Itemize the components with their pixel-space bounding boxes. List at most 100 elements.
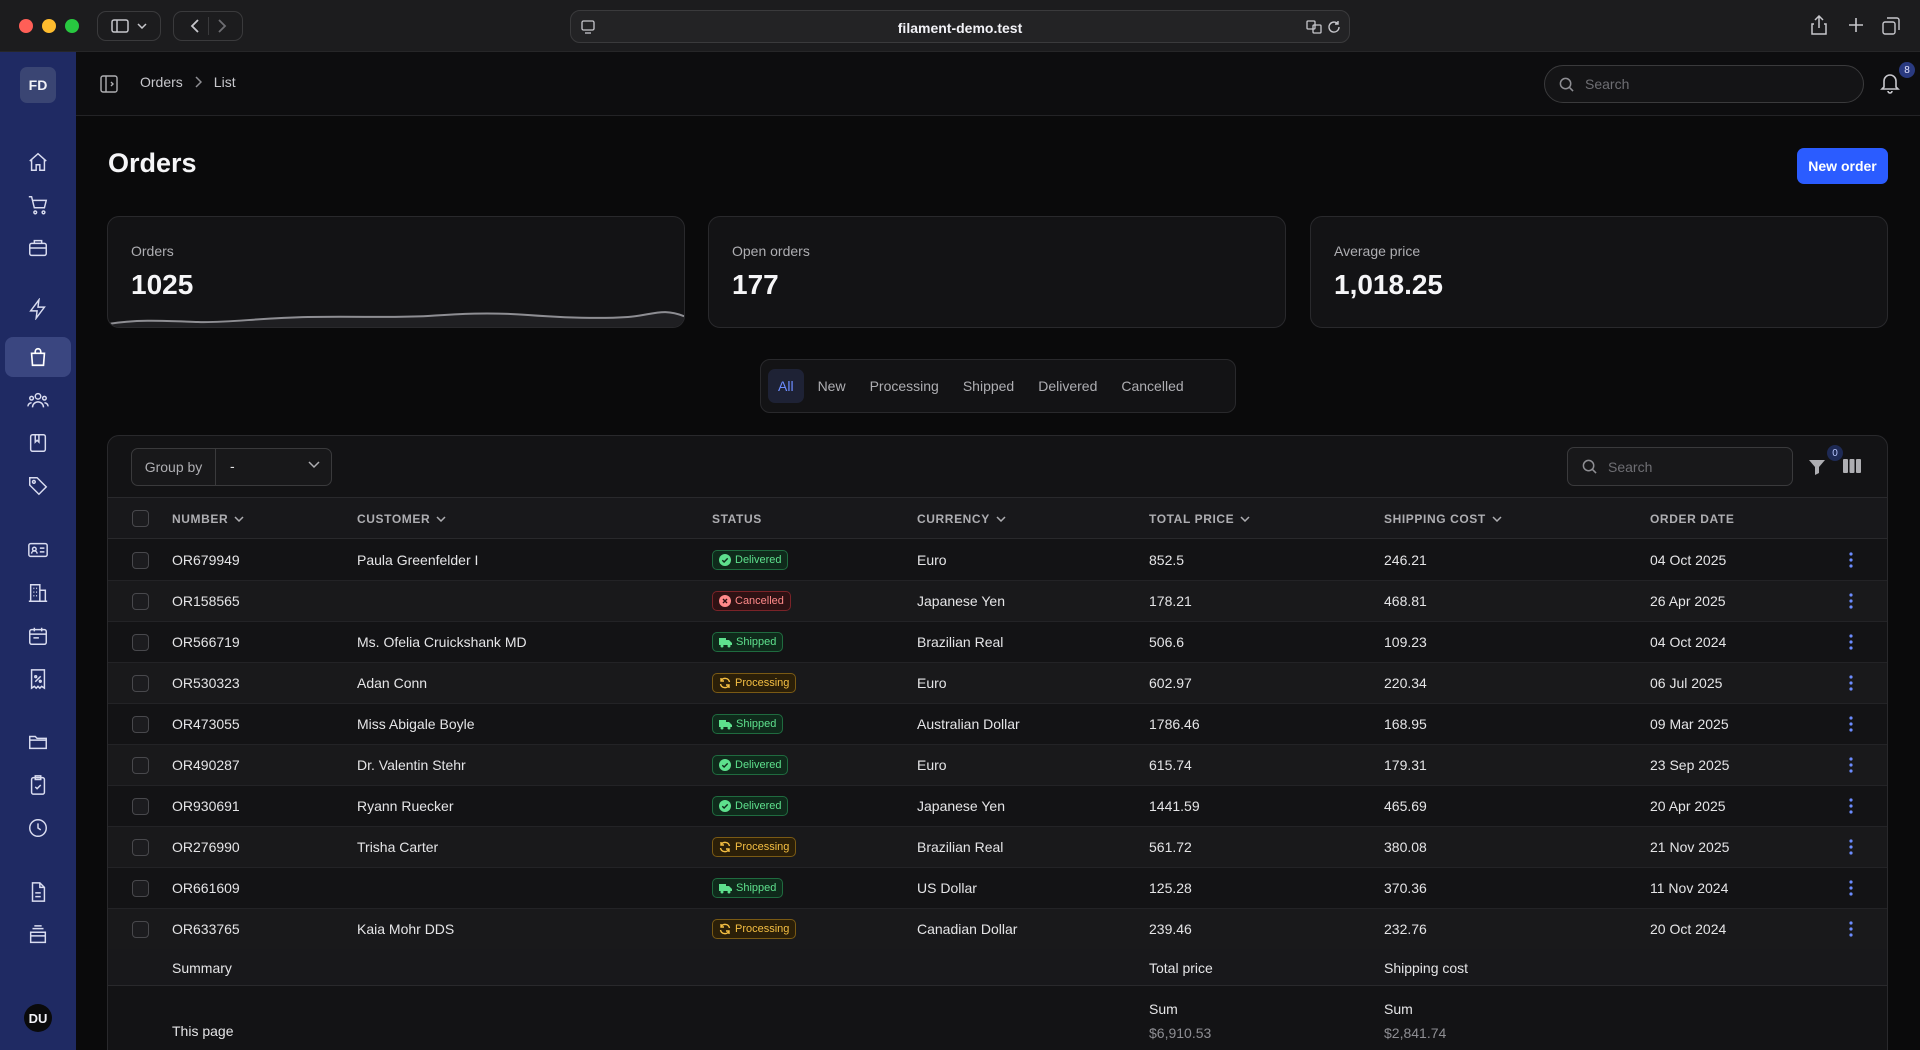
sidebar-item-history[interactable] <box>24 814 52 842</box>
sidebar-item-tags[interactable] <box>24 472 52 500</box>
address-bar[interactable]: filament-demo.test <box>570 10 1350 43</box>
row-checkbox[interactable] <box>132 716 149 733</box>
row-actions-icon[interactable] <box>1849 593 1853 609</box>
table-header: NUMBER CUSTOMER STATUS CURRENCY TOTAL PR… <box>108 498 1887 539</box>
tab-new[interactable]: New <box>808 369 856 403</box>
user-avatar[interactable]: DU <box>24 1004 52 1032</box>
table-row[interactable]: OR276990 Trisha Carter Processing Brazilian… <box>108 827 1887 868</box>
currency: US Dollar <box>917 880 977 896</box>
share-icon[interactable] <box>1811 15 1827 35</box>
global-search-input[interactable]: Search <box>1544 65 1864 103</box>
table-row[interactable]: OR633765 Kaia Mohr DDS Processing Canadian … <box>108 909 1887 950</box>
row-actions-icon[interactable] <box>1849 757 1853 773</box>
row-actions-icon[interactable] <box>1849 798 1853 814</box>
sidebar-item-products[interactable] <box>24 234 52 262</box>
order-number: OR633765 <box>172 921 240 937</box>
back-icon[interactable] <box>190 19 200 33</box>
row-actions-icon[interactable] <box>1849 716 1853 732</box>
row-actions-icon[interactable] <box>1849 839 1853 855</box>
sidebar-item-contacts[interactable] <box>24 536 52 564</box>
tab-processing[interactable]: Processing <box>860 369 949 403</box>
sidebar-item-companies[interactable] <box>24 579 52 607</box>
sidebar-item-dashboard[interactable] <box>24 148 52 176</box>
bolt-icon <box>29 298 46 320</box>
sidebar-item-cart[interactable] <box>24 191 52 219</box>
sidebar-item-blog[interactable] <box>24 429 52 457</box>
this-page-label: This page <box>172 1023 234 1039</box>
row-checkbox[interactable] <box>132 552 149 569</box>
tab-cancelled[interactable]: Cancelled <box>1111 369 1193 403</box>
table-row[interactable]: OR473055 Miss Abigale Boyle Shipped Austral… <box>108 704 1887 745</box>
sidebar-item-customers[interactable] <box>24 386 52 414</box>
table-search-input[interactable]: Search <box>1567 447 1793 486</box>
table-row[interactable]: OR930691 Ryann Ruecker Delivered Japanese Y… <box>108 786 1887 827</box>
reload-icon[interactable] <box>1327 20 1341 34</box>
collapse-sidebar-icon[interactable] <box>100 75 118 93</box>
breadcrumb-orders[interactable]: Orders <box>140 74 183 90</box>
tab-shipped[interactable]: Shipped <box>953 369 1024 403</box>
column-number[interactable]: NUMBER <box>172 512 244 526</box>
currency: Japanese Yen <box>917 593 1005 609</box>
close-window-button[interactable] <box>19 19 33 33</box>
column-customer[interactable]: CUSTOMER <box>357 512 446 526</box>
column-total-price[interactable]: TOTAL PRICE <box>1149 512 1250 526</box>
sidebar-item-activity[interactable] <box>24 295 52 323</box>
forward-icon[interactable] <box>217 19 227 33</box>
table-row[interactable]: OR566719 Ms. Ofelia Cruickshank MD Shipped… <box>108 622 1887 663</box>
new-order-button[interactable]: New order <box>1797 148 1888 184</box>
shipping-cost: 370.36 <box>1384 880 1427 896</box>
sidebar-item-calendar[interactable] <box>24 622 52 650</box>
sidebar-toggle-button[interactable] <box>97 11 161 41</box>
row-checkbox[interactable] <box>132 798 149 815</box>
shipping-sum-value: $2,841.74 <box>1384 1025 1447 1041</box>
sidebar-item-archive[interactable] <box>24 921 52 949</box>
bell-icon[interactable] <box>1880 72 1900 94</box>
stat-value: 1,018.25 <box>1334 269 1443 300</box>
row-checkbox[interactable] <box>132 921 149 938</box>
chevron-down-icon <box>137 23 147 29</box>
tab-overview-icon[interactable] <box>1882 17 1900 35</box>
row-actions-icon[interactable] <box>1849 552 1853 568</box>
row-checkbox[interactable] <box>132 757 149 774</box>
table-row[interactable]: OR158565 Cancelled Japanese Yen 178.21 468.8… <box>108 581 1887 622</box>
column-shipping-cost[interactable]: SHIPPING COST <box>1384 512 1502 526</box>
tab-delivered[interactable]: Delivered <box>1028 369 1107 403</box>
zoom-window-button[interactable] <box>65 19 79 33</box>
new-tab-icon[interactable] <box>1848 17 1864 33</box>
stat-label: Open orders <box>732 243 810 259</box>
row-checkbox[interactable] <box>132 634 149 651</box>
row-actions-icon[interactable] <box>1849 675 1853 691</box>
brand-logo[interactable]: FD <box>20 67 56 103</box>
group-by-select[interactable]: Group by - <box>131 448 332 486</box>
tab-all[interactable]: All <box>768 369 804 403</box>
order-number: OR490287 <box>172 757 240 773</box>
sidebar-item-files[interactable] <box>24 728 52 756</box>
sidebar-item-tasks[interactable] <box>24 771 52 799</box>
row-checkbox[interactable] <box>132 675 149 692</box>
table-row[interactable]: OR490287 Dr. Valentin Stehr Delivered Euro 6… <box>108 745 1887 786</box>
row-checkbox[interactable] <box>132 839 149 856</box>
table-row[interactable]: OR661609 Shipped US Dollar 125.28 370.36 11 N… <box>108 868 1887 909</box>
row-checkbox[interactable] <box>132 593 149 610</box>
select-all-checkbox[interactable] <box>132 510 149 527</box>
row-actions-icon[interactable] <box>1849 921 1853 937</box>
sidebar-item-orders[interactable] <box>24 343 52 371</box>
table-row[interactable]: OR679949 Paula Greenfelder I Delivered Euro… <box>108 540 1887 581</box>
column-currency[interactable]: CURRENCY <box>917 512 1006 526</box>
row-actions-icon[interactable] <box>1849 880 1853 896</box>
sort-chevron-icon <box>436 516 446 522</box>
sidebar-item-discounts[interactable] <box>24 665 52 693</box>
translate-icon[interactable] <box>1306 20 1322 34</box>
sidebar-item-documents[interactable] <box>24 878 52 906</box>
table-row[interactable]: OR530323 Adan Conn Processing Euro 602.97 220… <box>108 663 1887 704</box>
columns-icon[interactable] <box>1843 458 1861 474</box>
sort-chevron-icon <box>1492 516 1502 522</box>
row-actions-icon[interactable] <box>1849 634 1853 650</box>
id-card-icon <box>28 542 48 558</box>
minimize-window-button[interactable] <box>42 19 56 33</box>
total-price: 1786.46 <box>1149 716 1200 732</box>
filter-icon[interactable] <box>1808 458 1826 476</box>
row-checkbox[interactable] <box>132 880 149 897</box>
breadcrumb-list[interactable]: List <box>214 74 236 90</box>
truck-icon <box>719 719 732 729</box>
